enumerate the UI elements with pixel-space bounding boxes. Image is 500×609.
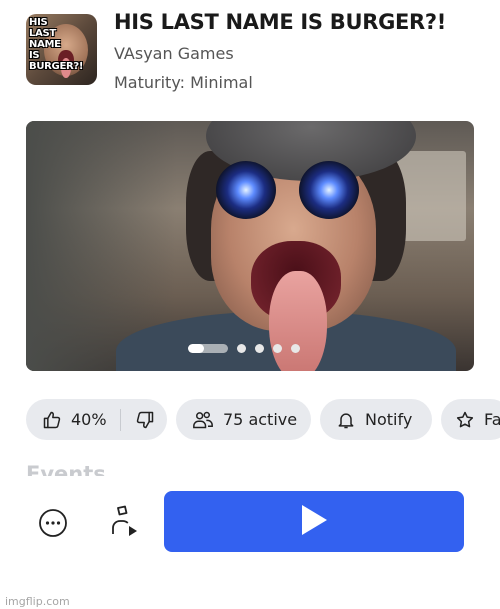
notify-label: Notify: [365, 410, 413, 429]
action-pill-row: 40% 75 active Notify Fa: [26, 399, 500, 440]
active-players-pill[interactable]: 75 active: [176, 399, 311, 440]
active-count: 75 active: [223, 410, 298, 429]
play-icon: [299, 503, 329, 541]
imgflip-watermark: imgflip.com: [5, 595, 70, 608]
users-icon: [192, 410, 214, 430]
carousel-dot-active[interactable]: [188, 343, 228, 353]
carousel-tongue: [269, 271, 327, 371]
media-carousel[interactable]: [26, 121, 474, 371]
more-options-button[interactable]: [37, 507, 69, 539]
carousel-dot[interactable]: [237, 343, 246, 353]
game-header: HIS LAST NAME IS BURGER?! HIS LAST NAME …: [26, 10, 500, 94]
carousel-eye-left: [216, 161, 276, 219]
avatar-play-icon: [108, 505, 142, 544]
bottom-action-bar: imgflip.com: [0, 476, 500, 609]
thumbs-up-icon[interactable]: [42, 410, 62, 430]
star-icon: [455, 410, 475, 430]
notify-button[interactable]: Notify: [320, 399, 432, 440]
vote-percent: 40%: [71, 410, 107, 429]
thumbnail-caption: HIS LAST NAME IS BURGER?!: [29, 17, 84, 72]
favorite-label: Fa: [484, 410, 500, 429]
bell-icon: [336, 410, 356, 430]
creator-link[interactable]: VAsyan Games: [114, 44, 234, 63]
vote-pill: 40%: [26, 399, 167, 440]
play-button[interactable]: [164, 491, 464, 552]
thumbs-down-icon[interactable]: [135, 410, 155, 430]
favorite-button[interactable]: Fa: [441, 399, 500, 440]
game-thumbnail[interactable]: HIS LAST NAME IS BURGER?!: [26, 14, 97, 85]
maturity-label: Maturity: Minimal: [114, 73, 253, 92]
carousel-dot[interactable]: [273, 343, 282, 353]
avatar-play-button[interactable]: [108, 504, 142, 540]
carousel-dot[interactable]: [291, 343, 300, 353]
carousel-eye-right: [299, 161, 359, 219]
game-title: HIS LAST NAME IS BURGER?!: [114, 10, 447, 34]
carousel-pagination: [188, 342, 300, 354]
more-dots-icon: [37, 509, 69, 543]
carousel-dot[interactable]: [255, 343, 264, 353]
